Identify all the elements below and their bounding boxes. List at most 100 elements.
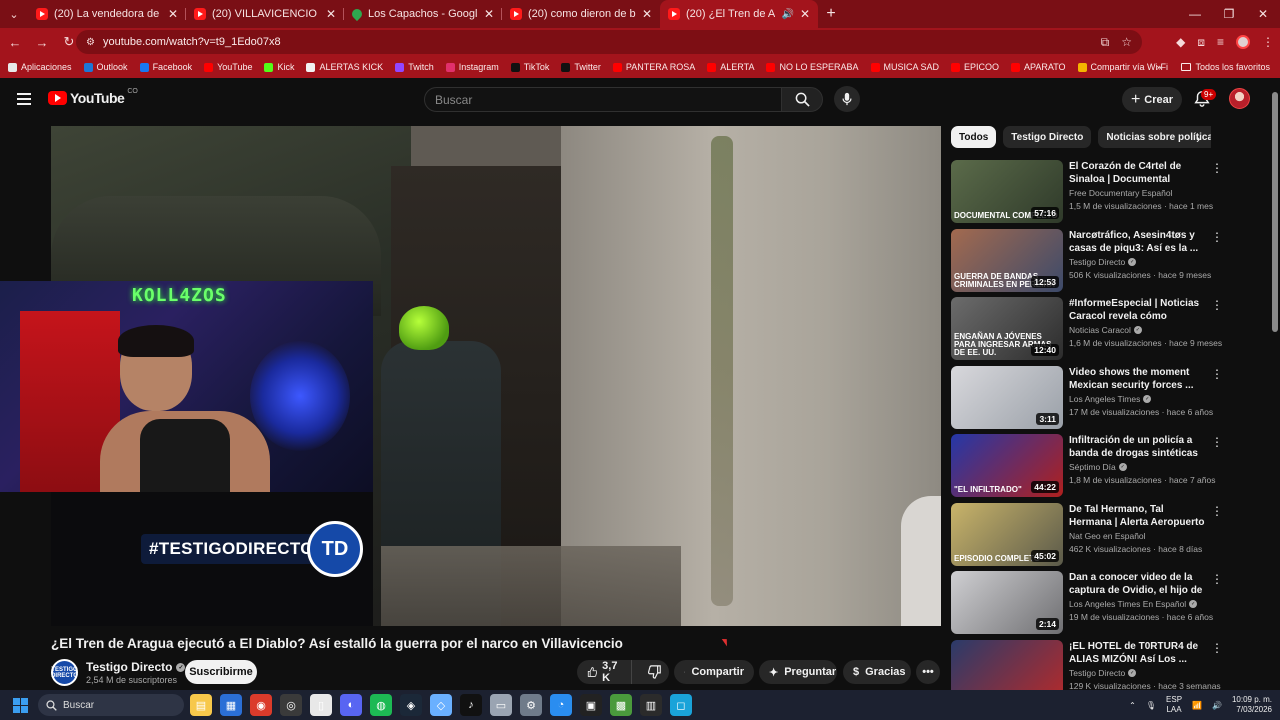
bookmark-item[interactable]: MUSICA SAD (870, 62, 939, 72)
browser-tab[interactable]: (20) ¿El Tren de Aragua ejec 🔊 ✕ (660, 0, 818, 28)
browser-tab[interactable]: (20) La vendedora de rosas Peli ✕ (28, 0, 186, 28)
filter-chip[interactable]: Todos (951, 126, 997, 148)
video-thumbnail[interactable]: EPISODIO COMPLETO 45:02 (951, 502, 1063, 566)
video-thumbnail[interactable]: GUERRA DE BANDAS CRIMINALES EN PEREIRA 12… (951, 228, 1063, 292)
chevron-right-icon[interactable]: › (1196, 131, 1200, 146)
bookmark-item[interactable]: Facebook (139, 62, 192, 72)
recommended-channel[interactable]: Noticias Caracol ✓ (1069, 325, 1142, 335)
minecraft-icon[interactable]: ▩ (610, 694, 632, 716)
create-button[interactable]: + Crear (1122, 87, 1182, 112)
youtube-logo[interactable]: YouTube CO (48, 88, 138, 106)
bookmark-item[interactable]: NO LO ESPERABA (766, 62, 859, 72)
recommended-video[interactable]: DOCUMENTAL COMPLETO 57:16 El Corazón de C4… (951, 160, 1223, 229)
tiktok-icon[interactable]: ♪ (460, 694, 482, 716)
recommended-video[interactable]: EPISODIO COMPLETO 45:02 De Tal Hermano, Ta… (951, 502, 1223, 572)
taskbar-clock[interactable]: 10:09 p. m. 7/03/2026 (1232, 695, 1272, 715)
recommended-video[interactable]: 2:14 Dan a conocer video de la captura de… (951, 571, 1223, 640)
hamburger-menu-icon[interactable] (17, 93, 31, 105)
tray-overflow-icon[interactable]: ⌃ (1129, 701, 1136, 710)
browser-tab[interactable]: (20) como dieron de baja al dia ✕ (502, 0, 660, 28)
account-avatar[interactable] (1229, 88, 1250, 109)
share-button[interactable]: Compartir (674, 660, 754, 684)
thanks-button[interactable]: $ Gracias (843, 660, 911, 684)
recommended-title[interactable]: De Tal Hermano, Tal Hermana | Alerta Aer… (1069, 503, 1209, 529)
recommended-video[interactable]: "EL INFILTRADO" 44:22 Infiltración de un p… (951, 434, 1223, 503)
tab-close-icon[interactable]: ✕ (484, 7, 494, 21)
chrome-icon[interactable]: ◉ (250, 694, 272, 716)
browser-tab[interactable]: (20) VILLAVICENCIO "EL CRIMEN ✕ (186, 0, 344, 28)
filter-chip[interactable]: Noticias sobre política (1098, 126, 1211, 148)
bookmark-item[interactable]: Twitch (395, 62, 434, 72)
bookmark-item[interactable]: APARATO (1011, 62, 1066, 72)
video-thumbnail[interactable]: "EL INFILTRADO" 44:22 (951, 434, 1063, 497)
dislike-button[interactable] (638, 665, 672, 679)
recommended-channel[interactable]: Testigo Directo ✓ (1069, 668, 1137, 678)
address-bar[interactable]: ⚙ youtube.com/watch?v=t9_1Edo07x8 ⧉ ☆ (76, 30, 1142, 54)
input-language[interactable]: ESP LAA (1166, 695, 1182, 715)
tab-search-icon[interactable]: ⌄ (0, 0, 28, 28)
new-tab-button[interactable]: + (818, 5, 844, 23)
more-vertical-icon[interactable]: ⋮ (1211, 231, 1223, 243)
bookmark-item[interactable]: Aplicaciones (8, 62, 72, 72)
bookmark-item[interactable]: Compartir vía Wi-Fi (1077, 62, 1168, 72)
tab-close-icon[interactable]: ✕ (642, 7, 652, 21)
site-info-icon[interactable]: ⚙ (86, 37, 95, 48)
search-input[interactable]: Buscar (424, 87, 782, 112)
minimize-icon[interactable]: — (1178, 0, 1212, 28)
spotify-icon[interactable]: ◍ (370, 694, 392, 716)
recommended-title[interactable]: Dan a conocer video de la captura de Ovi… (1069, 571, 1209, 597)
recommended-channel[interactable]: Free Documentary Español (1069, 188, 1172, 198)
subscribe-button[interactable]: Suscribirme (185, 660, 257, 684)
bookmark-item[interactable]: Outlook (83, 62, 128, 72)
install-app-icon[interactable]: ⧉ (1101, 35, 1110, 50)
like-button[interactable]: 3,7 K (577, 660, 633, 684)
recommended-title[interactable]: ¡EL HOTEL de T0RTUR4 de ALIAS MIZÓN! Así… (1069, 640, 1209, 666)
restore-icon[interactable]: ❐ (1212, 0, 1246, 28)
taskbar-search[interactable]: Buscar (38, 694, 184, 716)
notepad-icon[interactable]: ▯ (310, 694, 332, 716)
tab-close-icon[interactable]: ✕ (800, 7, 810, 21)
extension-icon[interactable]: ◆ (1176, 35, 1185, 49)
wifi-icon[interactable]: 📶 (1192, 701, 1202, 710)
docs-icon[interactable]: ▭ (490, 694, 512, 716)
more-vertical-icon[interactable]: ⋮ (1211, 299, 1223, 311)
recommended-channel[interactable]: Testigo Directo ✓ (1069, 257, 1137, 267)
tab-close-icon[interactable]: ✕ (168, 7, 178, 21)
channel-avatar[interactable]: TESTIGO DIRECTO (51, 659, 78, 686)
recommended-title[interactable]: El Corazón de C4rtel de Sinaloa | Docume… (1069, 160, 1209, 186)
more-vertical-icon[interactable]: ⋮ (1211, 436, 1223, 448)
steam-icon[interactable]: ◈ (400, 694, 422, 716)
bookmark-item[interactable]: EPICOO (951, 62, 999, 72)
file-explorer-icon[interactable]: ▤ (190, 694, 212, 716)
recommended-video[interactable]: GUERRA DE BANDAS CRIMINALES EN PEREIRA 12… (951, 228, 1223, 298)
more-vertical-icon[interactable]: ⋮ (1211, 162, 1223, 174)
bookmarks-overflow-icon[interactable]: » (1156, 62, 1161, 72)
close-window-icon[interactable]: ✕ (1246, 0, 1280, 28)
bookmark-item[interactable]: TikTok (510, 62, 549, 72)
browser-menu-icon[interactable]: ⋮ (1262, 35, 1274, 49)
store-icon[interactable]: ▦ (220, 694, 242, 716)
browser-icon[interactable]: ◔ (550, 694, 572, 716)
channel-name[interactable]: Testigo Directo ✓ (86, 660, 186, 674)
video-thumbnail[interactable]: DOCUMENTAL COMPLETO 57:16 (951, 160, 1063, 223)
vpn-icon[interactable]: ◇ (430, 694, 452, 716)
bookmark-item[interactable]: Instagram (445, 62, 499, 72)
more-actions-button[interactable]: ••• (916, 660, 940, 684)
recommended-channel[interactable]: Nat Geo en Español (1069, 531, 1146, 541)
page-scrollbar[interactable] (1272, 92, 1278, 332)
recommended-channel[interactable]: Séptimo Día ✓ (1069, 462, 1127, 472)
microphone-tray-icon[interactable]: 🎙 (1146, 701, 1156, 710)
back-icon[interactable]: ← (3, 30, 27, 54)
browser-tab[interactable]: Los Capachos - Google Maps ✕ (344, 0, 502, 28)
more-vertical-icon[interactable]: ⋮ (1211, 368, 1223, 380)
video-thumbnail[interactable]: 3:11 (951, 365, 1063, 429)
video-thumbnail[interactable]: ENGAÑAN A JÓVENES PARA INGRESAR ARMAS DE… (951, 297, 1063, 360)
all-favorites-folder[interactable]: Todos los favoritos (1181, 62, 1270, 72)
recommended-title[interactable]: #InformeEspecial | Noticias Caracol reve… (1069, 297, 1209, 323)
volume-icon[interactable]: 🔊 (1212, 701, 1222, 710)
bookmark-item[interactable]: ALERTA (707, 62, 754, 72)
more-vertical-icon[interactable]: ⋮ (1211, 573, 1223, 585)
more-vertical-icon[interactable]: ⋮ (1211, 505, 1223, 517)
profile-avatar[interactable] (1236, 35, 1250, 49)
recommended-title[interactable]: Narcøtráfico, Asesin4tøs y casas de piqu… (1069, 229, 1209, 255)
